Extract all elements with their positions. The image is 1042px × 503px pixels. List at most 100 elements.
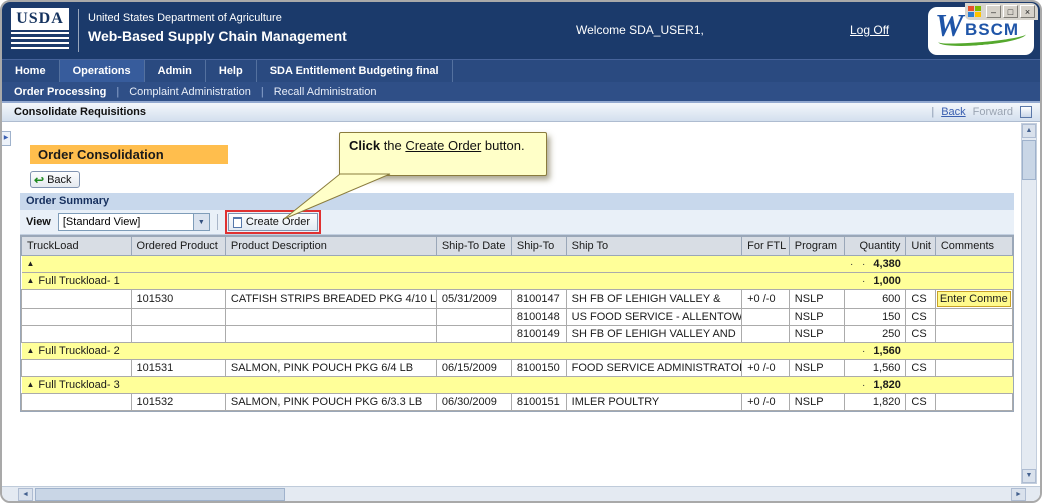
scroll-left-button[interactable]: ◄ [18,488,33,501]
cell-product-description [225,377,436,394]
cell-for-ftl [742,326,790,343]
collapse-icon[interactable]: ▲ [27,346,35,355]
cell-truckload [22,360,132,377]
toolbar-separator [217,214,218,230]
cell-quantity: 250 [844,326,906,343]
hscrollbar-thumb[interactable] [35,488,285,501]
sum-dots-icon: · · [850,259,868,270]
subnav-complaint-administration[interactable]: Complaint Administration [129,86,251,98]
minimize-button[interactable]: – [986,5,1001,18]
back-button-label: Back [47,174,71,186]
cell-comments [935,360,1012,377]
column-header-comments: Comments [935,237,1012,256]
window-controls: –□× [986,5,1035,18]
subnav-order-processing[interactable]: Order Processing [14,86,106,98]
cell-ordered-product [131,273,225,290]
cell-product-description [225,273,436,290]
collapse-icon[interactable]: ▲ [27,259,35,268]
cell-ship-to-date [436,343,511,360]
cell-ship-to-date [436,256,511,273]
history-controls: | Back Forward [931,106,1032,118]
cell-comments: Enter Comme [935,290,1012,309]
tab-admin[interactable]: Admin [145,60,206,82]
cell-ordered-product [131,256,225,273]
tab-sda-entitlement-budgeting-final[interactable]: SDA Entitlement Budgeting final [257,60,453,82]
scroll-down-button[interactable]: ▼ [1022,469,1036,483]
tab-home[interactable]: Home [2,60,60,82]
cell-program: NSLP [789,326,844,343]
restore-button[interactable]: □ [1003,5,1018,18]
history-forward-link: Forward [973,106,1013,118]
table-header-row: TruckLoadOrdered ProductProduct Descript… [22,237,1013,256]
cell-comments [935,377,1012,394]
tab-help[interactable]: Help [206,60,257,82]
close-button[interactable]: × [1020,5,1035,18]
collapse-icon[interactable]: ▲ [27,380,35,389]
back-button[interactable]: ↩ Back [30,171,80,188]
scroll-up-button[interactable]: ▲ [1022,124,1036,138]
order-table-body: ▲· ·4,380▲Full Truckload- 1·1,000101530C… [22,256,1013,411]
panel-expander-icon[interactable]: ▶ [2,131,11,146]
crumb-separator: | [931,106,934,118]
cell-ship-to-date: 06/30/2009 [436,394,511,411]
horizontal-scrollbar[interactable]: ◄ ► [2,486,1040,501]
cell-ship-to: 8100150 [511,360,566,377]
cell-unit [906,343,935,360]
column-header-quantity: Quantity [844,237,906,256]
cell-ordered-product: 101532 [131,394,225,411]
group-row: ▲Full Truckload- 3·1,820 [22,377,1013,394]
cell-ordered-product: 101530 [131,290,225,309]
scroll-right-button[interactable]: ► [1011,488,1026,501]
group-row: ▲Full Truckload- 1 ·1,000 [22,273,1013,290]
cell-quantity: ·1,000 [844,273,906,290]
history-back-link[interactable]: Back [941,106,965,118]
breadcrumb-bar: Consolidate Requisitions | Back Forward [2,103,1040,122]
table-row: 8100149SH FB OF LEHIGH VALLEY ANDNSLP250… [22,326,1013,343]
cell-quantity: ·1,820 [844,377,906,394]
dropdown-arrow-icon[interactable]: ▼ [193,214,209,230]
column-header-ship-to-name: Ship To [566,237,741,256]
cell-ordered-product [131,343,225,360]
tab-operations[interactable]: Operations [60,60,145,82]
content-area: Order Consolidation ↩ Back Order Summary… [2,122,1040,486]
table-row: 8100148US FOOD SERVICE - ALLENTOWNNSLP15… [22,309,1013,326]
subnav-separator: | [116,86,119,98]
subnav-separator: | [261,86,264,98]
sum-dots-icon: · [862,276,868,287]
cell-ship-to-name: SH FB OF LEHIGH VALLEY & [566,290,741,309]
cell-for-ftl [742,273,790,290]
group-row: ▲· ·4,380 [22,256,1013,273]
cell-ship-to-name [566,377,741,394]
cell-ship-to: 8100147 [511,290,566,309]
window-controls-strip: –□× [965,3,1038,20]
cell-for-ftl [742,309,790,326]
usda-stripes-graphic [11,32,69,52]
cell-program [789,273,844,290]
page-menu-icon[interactable] [1020,106,1032,118]
collapse-icon[interactable]: ▲ [27,276,35,285]
column-header-program: Program [789,237,844,256]
back-arrow-icon: ↩ [34,173,44,187]
vertical-scrollbar[interactable]: ▲ ▼ [1021,123,1037,484]
cell-ship-to [511,273,566,290]
cell-product-description [225,309,436,326]
subnav-recall-administration[interactable]: Recall Administration [274,86,377,98]
cell-unit: CS [906,360,935,377]
cell-ship-to: 8100149 [511,326,566,343]
column-header-ship-to: Ship-To [511,237,566,256]
cell-quantity: 600 [844,290,906,309]
cell-program: NSLP [789,290,844,309]
log-off-link[interactable]: Log Off [850,23,889,37]
cell-unit [906,256,935,273]
app-header: USDA United States Department of Agricul… [2,2,1040,59]
view-select[interactable]: [Standard View] ▼ [58,213,210,231]
cell-unit [906,377,935,394]
column-header-ordered-product: Ordered Product [131,237,225,256]
cell-ship-to-name [566,343,741,360]
truckload-label: Full Truckload- 2 [38,345,119,357]
cell-ship-to [511,343,566,360]
cell-unit: CS [906,290,935,309]
vscrollbar-thumb[interactable] [1022,140,1036,180]
cell-truckload: ▲Full Truckload- 1 [22,273,132,290]
comment-input[interactable]: Enter Comme [937,291,1011,307]
